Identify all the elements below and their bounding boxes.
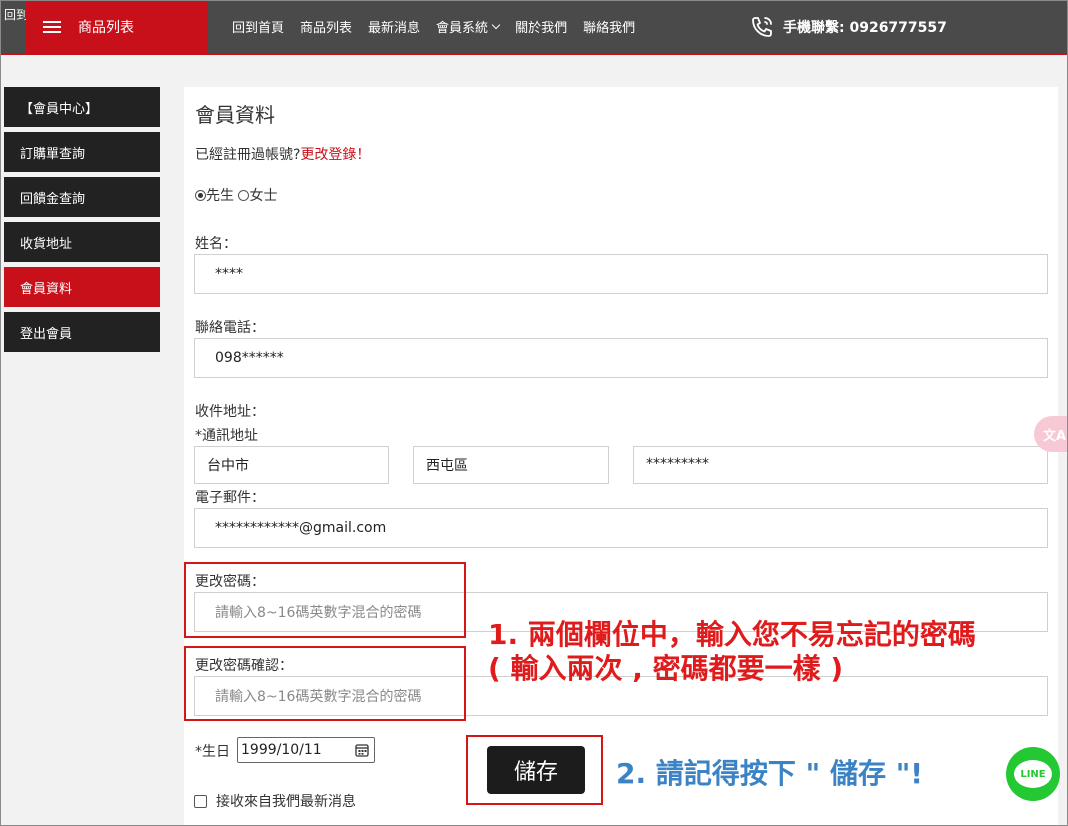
registered-prompt: 已經註冊過帳號?更改登錄！ xyxy=(195,147,371,163)
password-highlight-box xyxy=(184,562,466,638)
email-label: 電子郵件： xyxy=(195,490,265,506)
product-menu-toggle[interactable]: 商品列表 xyxy=(26,0,208,53)
translate-icon: 文A xyxy=(1043,428,1067,444)
phone-icon xyxy=(752,16,772,37)
birthday-label: *生日 xyxy=(195,744,230,760)
sidebar-item-rewards[interactable]: 回饋金查詢 xyxy=(4,177,160,217)
phone-label: 聯絡電話： xyxy=(195,320,265,336)
gender-male-radio[interactable] xyxy=(195,190,206,201)
top-navigation-bar: 回到 商品列表 回到首頁 商品列表 最新消息 會員系統 關於我們 聯絡我們 手機… xyxy=(0,0,1068,55)
gender-male-label: 先生 xyxy=(206,188,234,204)
step1-instruction: 1. 兩個欄位中，輸入您不易忘記的密碼 ( 輸入兩次 , 密碼都要一樣 ) xyxy=(488,618,976,686)
sidebar-item-shipping-address[interactable]: 收貨地址 xyxy=(4,222,160,262)
address-label: 收件地址： xyxy=(195,404,265,420)
calendar-icon[interactable] xyxy=(355,743,369,757)
step2-instruction: 2. 請記得按下 " 儲存 "! xyxy=(616,757,924,790)
translate-button[interactable]: 文A xyxy=(1034,416,1068,452)
password-confirm-highlight-box xyxy=(184,646,466,721)
nav-home[interactable]: 回到首頁 xyxy=(232,17,284,36)
chevron-down-icon xyxy=(491,20,501,30)
sidebar-item-member-center[interactable]: 【會員中心】 xyxy=(4,87,160,127)
street-address-input[interactable]: ********* xyxy=(633,446,1048,484)
clipped-text: 回到 xyxy=(4,8,26,22)
gender-group: 先生 女士 xyxy=(195,185,277,205)
line-chat-button[interactable]: LINE xyxy=(1006,747,1060,801)
hamburger-icon xyxy=(43,20,61,34)
gender-female-radio[interactable] xyxy=(238,190,250,201)
main-nav: 回到首頁 商品列表 最新消息 會員系統 關於我們 聯絡我們 xyxy=(232,0,635,53)
newsletter-label: 接收來自我們最新消息 xyxy=(216,794,356,810)
birthday-date-input[interactable]: 1999/10/11 xyxy=(237,737,375,763)
newsletter-option[interactable]: 接收來自我們最新消息 xyxy=(194,791,356,811)
change-login-link[interactable]: 更改登錄！ xyxy=(300,147,370,163)
nav-products[interactable]: 商品列表 xyxy=(300,17,352,36)
phone-contact: 手機聯繫: 0926777557 xyxy=(750,0,947,53)
city-select[interactable]: 台中市 xyxy=(194,446,389,484)
nav-about[interactable]: 關於我們 xyxy=(515,17,567,36)
menu-label: 商品列表 xyxy=(78,19,134,36)
step1-line2: ( 輸入兩次 , 密碼都要一樣 ) xyxy=(488,652,844,685)
nav-member-system[interactable]: 會員系統 xyxy=(436,17,501,36)
mailing-address-label: *通訊地址 xyxy=(195,428,258,444)
phone-text: 手機聯繫: 0926777557 xyxy=(783,19,947,36)
district-select[interactable]: 西屯區 xyxy=(413,446,609,484)
name-label: 姓名： xyxy=(195,236,237,252)
nav-contact[interactable]: 聯絡我們 xyxy=(583,17,635,36)
nav-news[interactable]: 最新消息 xyxy=(368,17,420,36)
sidebar-item-logout[interactable]: 登出會員 xyxy=(4,312,160,352)
page-title: 會員資料 xyxy=(195,103,275,127)
gender-female-label: 女士 xyxy=(249,188,278,204)
sidebar-item-orders[interactable]: 訂購單查詢 xyxy=(4,132,160,172)
save-button[interactable]: 儲存 xyxy=(487,746,585,794)
email-input[interactable]: ************@gmail.com xyxy=(194,508,1048,548)
phone-input[interactable]: 098****** xyxy=(194,338,1048,378)
name-input[interactable]: **** xyxy=(194,254,1048,294)
line-icon: LINE xyxy=(1014,760,1052,788)
step1-line1: 1. 兩個欄位中，輸入您不易忘記的密碼 xyxy=(488,618,976,651)
newsletter-checkbox[interactable] xyxy=(194,795,207,808)
sidebar-item-member-info[interactable]: 會員資料 xyxy=(4,267,160,307)
